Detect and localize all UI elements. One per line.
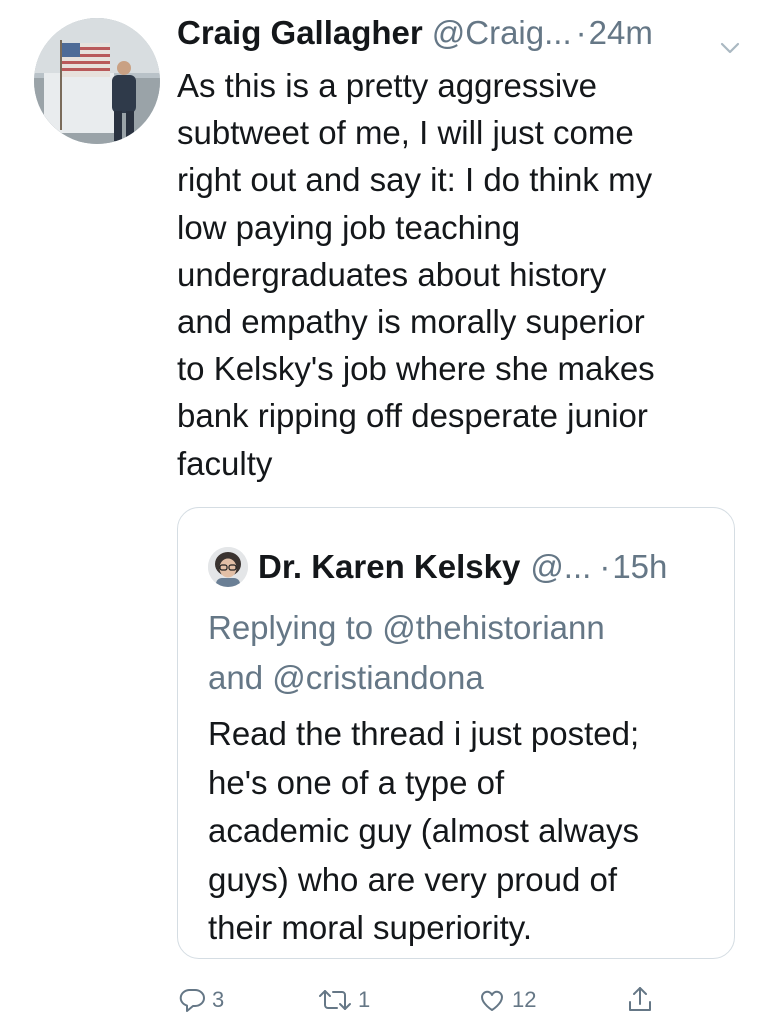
replying-to: Replying to @thehistoriann and @cristian… [208,603,718,703]
tweet-text-line: to Kelsky's job where she makes [177,350,655,388]
reply-button[interactable]: 3 [177,980,224,1020]
heart-icon [477,985,507,1015]
share-button[interactable] [625,980,655,1020]
quoted-text-line: their moral superiority. [208,909,532,946]
replying-to-line[interactable]: Replying to @thehistoriann [208,603,718,653]
tweet-text-line: undergraduates about history [177,255,607,293]
tweet-timestamp[interactable]: 24m [589,14,653,52]
separator-dot: · [599,548,611,585]
quoted-tweet-timestamp[interactable]: 15h [612,548,667,586]
like-count: 12 [512,987,537,1012]
tweet-action-bar: 3 1 12 [177,980,737,1020]
quoted-text-line: Read the thread i just posted; [208,715,640,752]
quoted-author-avatar [208,547,248,587]
quoted-text-line: he's one of a type of [208,763,505,801]
quoted-tweet-card[interactable]: Dr. Karen Kelsky @... · 15h Replying to … [177,507,735,959]
tweet-text-line: low paying job teaching [177,208,521,246]
tweet-text-line: right out and say it: I do think my [177,161,653,199]
author-avatar[interactable] [34,18,160,144]
retweet-button[interactable]: 1 [317,980,370,1020]
quoted-author-name[interactable]: Dr. Karen Kelsky [258,548,520,586]
share-icon [625,984,655,1016]
replying-to-line[interactable]: and @cristiandona [208,653,718,703]
quoted-tweet-text: Read the thread i just posted; he's one … [208,710,718,953]
like-button[interactable]: 12 [477,980,536,1020]
tweet-text-line: subtweet of me, I will just come [177,114,634,152]
tweet-text-line: and empathy is morally superior [177,303,645,341]
chevron-down-icon[interactable] [719,26,741,54]
tweet-text-line: bank ripping off desperate junior [177,397,648,435]
retweet-count: 1 [358,987,371,1012]
quoted-text-line: academic guy (almost always [208,812,639,849]
retweet-icon [317,985,353,1015]
reply-icon [177,985,207,1015]
separator-dot: · [575,14,587,51]
quoted-tweet-header: Dr. Karen Kelsky @... · 15h [208,543,667,591]
author-name[interactable]: Craig Gallagher [177,14,423,52]
tweet-text-line: faculty [177,444,273,482]
reply-count: 3 [212,987,225,1012]
quoted-author-handle[interactable]: @... [530,548,591,586]
author-handle[interactable]: @Craig... [432,14,572,52]
tweet-text-line: As this is a pretty aggressive [177,67,598,104]
tweet-header: Craig Gallagher @Craig... · 24m [177,14,749,58]
tweet-text: As this is a pretty aggressive subtweet … [177,62,747,487]
quoted-text-line: guys) who are very proud of [208,860,618,898]
